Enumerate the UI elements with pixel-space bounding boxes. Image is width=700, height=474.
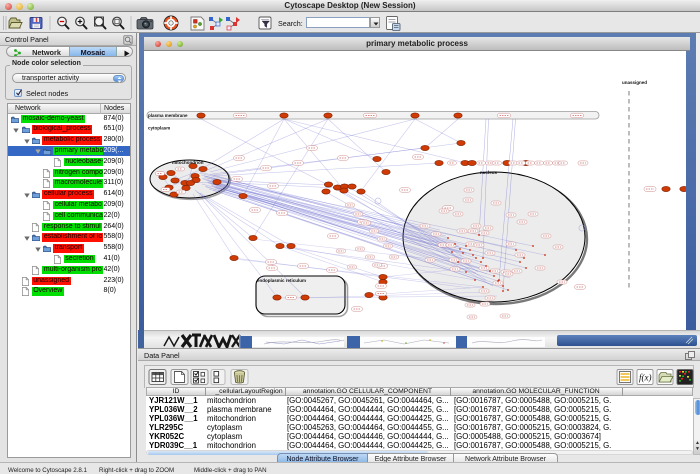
svg-text:Search:: Search: <box>278 19 303 28</box>
svg-text:nucleus: nucleus <box>480 170 498 175</box>
svg-text:cytoplasm: cytoplasm <box>148 126 170 131</box>
svg-text:mitochondrion: mitochondrion <box>172 160 204 165</box>
svg-text:unassigned: unassigned <box>622 80 647 85</box>
svg-text:f(x): f(x) <box>639 373 652 383</box>
svg-text:endoplasmic reticulum: endoplasmic reticulum <box>257 278 306 283</box>
svg-text:plasma membrane: plasma membrane <box>148 113 188 118</box>
